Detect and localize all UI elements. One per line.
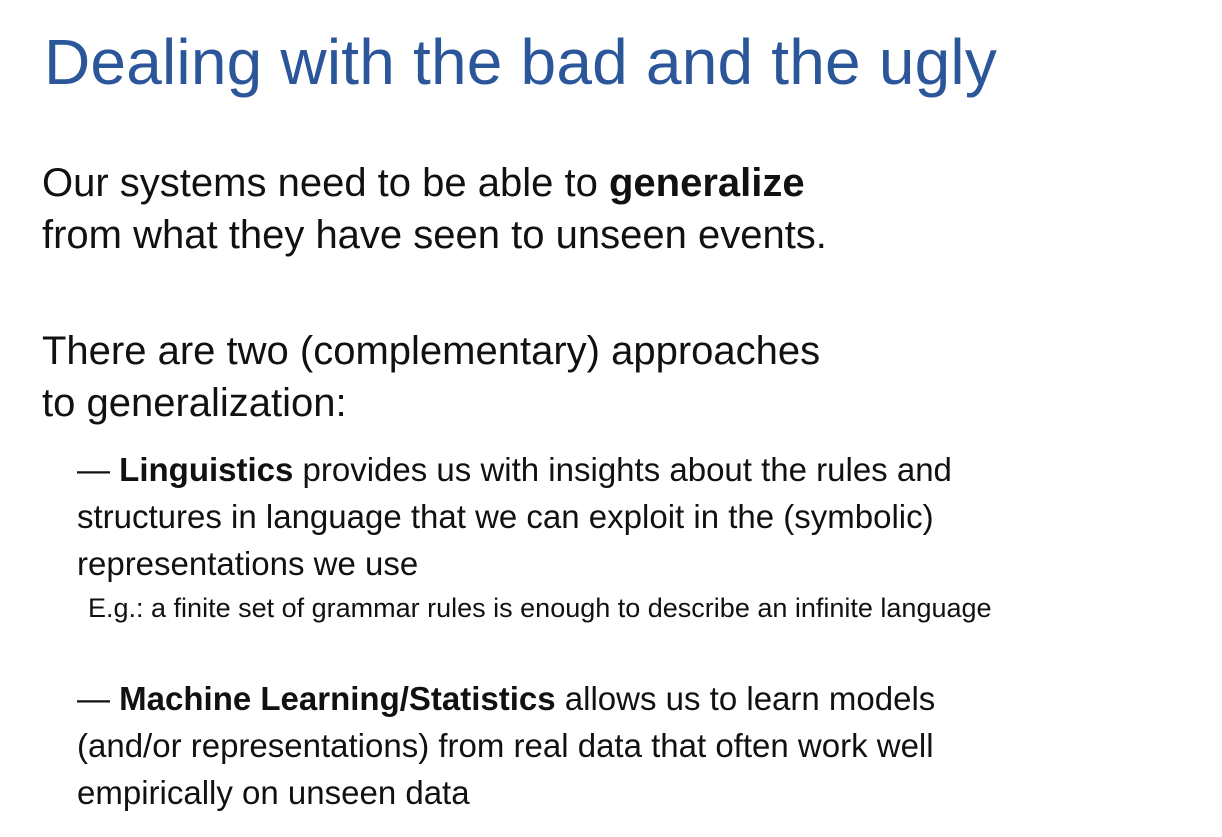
intro-line-1: Our systems need to be able to generaliz…	[42, 157, 827, 209]
bullet-dash: —	[77, 451, 120, 488]
bullet-ml-line-1-rest: allows us to learn models	[555, 680, 936, 717]
approaches-line-2: to generalization:	[42, 381, 347, 425]
example-note: E.g.: a finite set of grammar rules is e…	[88, 593, 992, 623]
intro-bold-term: generalize	[608, 161, 805, 205]
bullet-linguistics-line-1: — Linguistics provides us with insights …	[77, 446, 952, 493]
intro-paragraph: Our systems need to be able to generaliz…	[42, 157, 827, 261]
bullet-linguistics: — Linguistics provides us with insights …	[77, 446, 952, 587]
bullet-ml-line-2: (and/or representations) from real data …	[77, 727, 934, 764]
bullet-linguistics-term: Linguistics	[119, 451, 294, 488]
slide-title: Dealing with the bad and the ugly	[44, 26, 998, 98]
slide: Dealing with the bad and the ugly Our sy…	[0, 0, 1222, 837]
bullet-linguistics-line-2: structures in language that we can explo…	[77, 498, 934, 535]
bullet-machine-learning: — Machine Learning/Statistics allows us …	[77, 675, 935, 816]
bullet-dash: —	[77, 680, 120, 717]
intro-line-1-text: Our systems need to be able to	[42, 161, 609, 205]
approaches-line-1: There are two (complementary) approaches	[42, 329, 821, 373]
approaches-paragraph: There are two (complementary) approaches…	[42, 325, 820, 429]
bullet-ml-line-3: empirically on unseen data	[77, 774, 470, 811]
intro-line-2: from what they have seen to unseen event…	[42, 213, 827, 257]
bullet-linguistics-line-1-rest: provides us with insights about the rule…	[293, 451, 952, 488]
bullet-ml-line-1: — Machine Learning/Statistics allows us …	[77, 675, 935, 722]
bullet-linguistics-line-3: representations we use	[77, 545, 419, 582]
bullet-ml-term: Machine Learning/Statistics	[119, 680, 556, 717]
